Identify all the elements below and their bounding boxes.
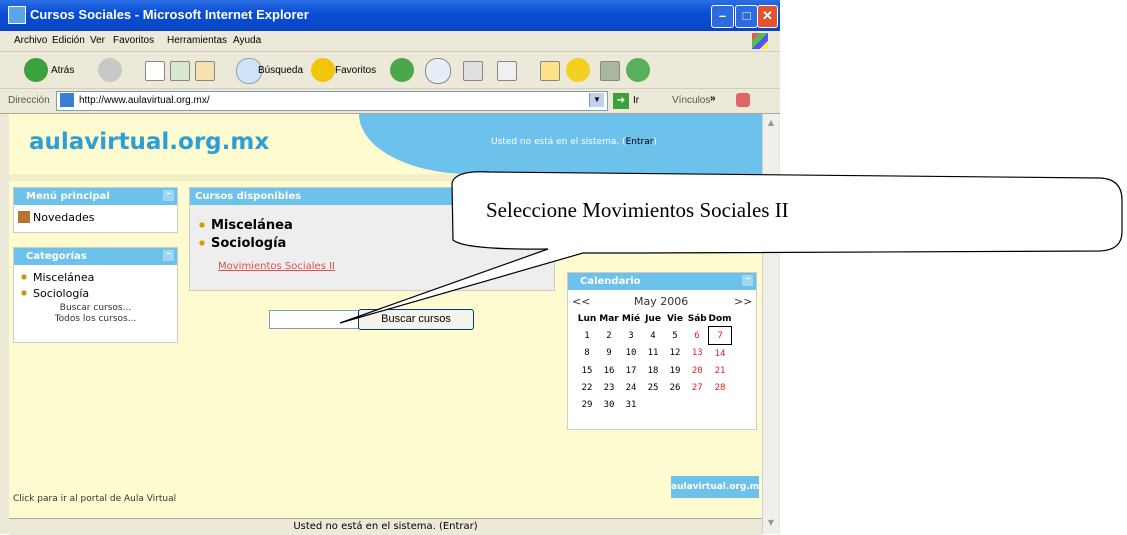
callout-text: Seleccione Movimientos Sociales II (486, 198, 789, 222)
callout-overlay (339, 171, 1123, 324)
callout-bubble (339, 171, 1123, 324)
